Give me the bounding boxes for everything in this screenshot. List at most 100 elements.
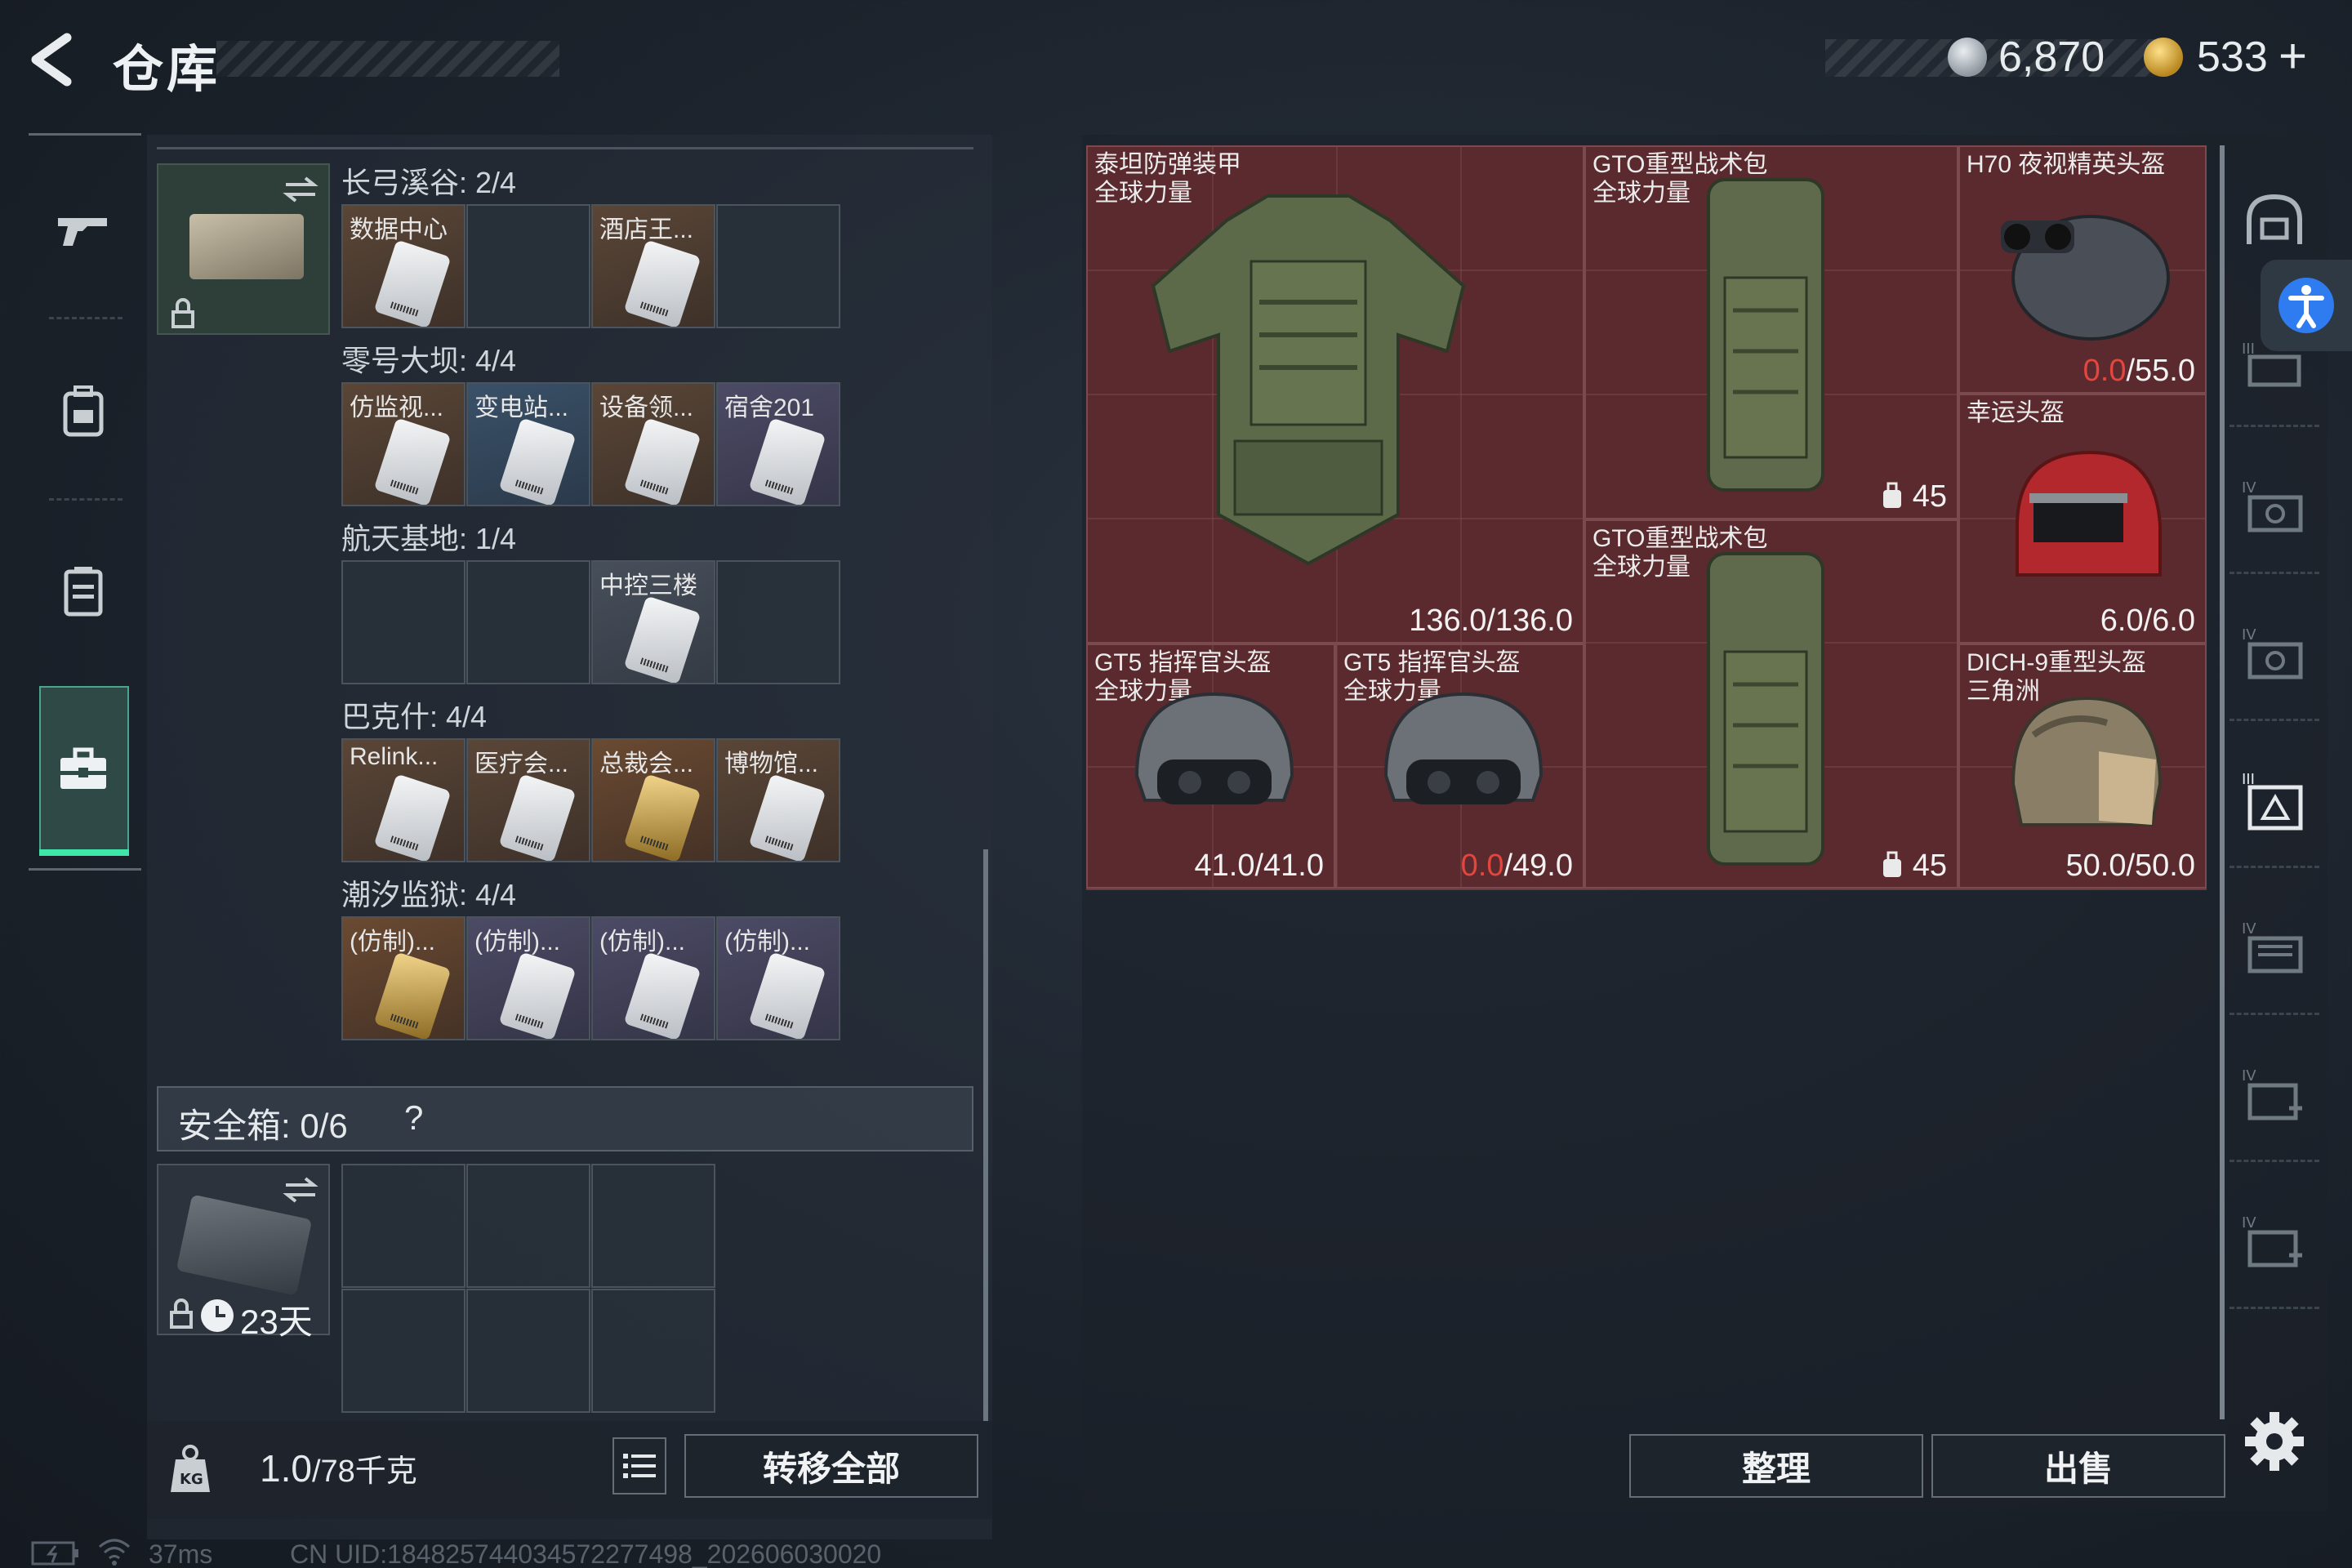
item-name: H70 夜视精英头盔	[1967, 151, 2166, 178]
keycard-slot-empty[interactable]	[341, 560, 466, 684]
item-capacity: 45	[1912, 479, 1947, 514]
weapon-tab-icon[interactable]	[49, 196, 118, 265]
map-row-label: 航天基地: 1/4	[341, 522, 517, 555]
keycard-icon	[748, 951, 826, 1039]
weight-value: 1.0	[260, 1447, 312, 1490]
bag-tab-icon[interactable]: IV	[2238, 617, 2311, 690]
keycard-icon	[748, 773, 826, 861]
weight-max: /78千克	[311, 1454, 417, 1489]
item-lucky-helmet[interactable]: 幸运头盔 6.0/6.0	[1958, 394, 2207, 644]
keycard-holder-image	[189, 214, 304, 279]
backpack-tab-icon[interactable]	[49, 377, 118, 446]
keycard-slot[interactable]: 酒店王...	[591, 204, 715, 328]
helmet-tab-icon[interactable]	[2238, 184, 2311, 257]
svg-text:IV: IV	[2242, 1214, 2256, 1232]
safebox-capacity-label: 安全箱: 0/6	[178, 1107, 348, 1145]
safebox-slot-empty[interactable]	[466, 1164, 590, 1288]
keycard-icon	[623, 239, 702, 327]
safebox-slot-empty[interactable]	[341, 1289, 466, 1413]
item-h70-helmet[interactable]: H70 夜视精英头盔 0.0/55.0	[1958, 145, 2207, 394]
item-titan-armor[interactable]: 泰坦防弹装甲 全球力量 136.0/136.0	[1086, 145, 1584, 644]
night-vision-helmet-image	[2001, 215, 2170, 341]
keycard-slot[interactable]: (仿制)...	[591, 916, 715, 1040]
keycard-slot-empty[interactable]	[466, 560, 590, 684]
item-durability: 0.0/55.0	[2082, 354, 2195, 388]
keycard-slot[interactable]: 仿监视...	[341, 382, 466, 506]
page-title: 仓库	[113, 42, 221, 98]
item-durability: 136.0/136.0	[1409, 604, 1573, 638]
safebox-slot-empty[interactable]	[591, 1164, 715, 1288]
keycard-slot[interactable]: (仿制)...	[341, 916, 466, 1040]
swap-icon[interactable]	[281, 1174, 320, 1206]
safebox-slot-empty[interactable]	[341, 1164, 466, 1288]
keycard-icon	[623, 417, 702, 505]
keycard-icon	[373, 239, 452, 327]
add-currency-button[interactable]: +	[2278, 28, 2307, 84]
back-arrow-icon[interactable]	[24, 31, 82, 88]
keycard-icon	[373, 951, 452, 1039]
side-divider	[2230, 719, 2319, 721]
case-tab-icon[interactable]	[49, 557, 118, 626]
item-gto-backpack[interactable]: GTO重型战术包 全球力量 45	[1584, 145, 1958, 519]
sort-button[interactable]: 整理	[1629, 1434, 1923, 1498]
list-view-button[interactable]	[612, 1437, 666, 1494]
side-divider	[2230, 1160, 2319, 1162]
keycard-slot[interactable]: 医疗会...	[466, 738, 590, 862]
container-tab-icon[interactable]: IV	[2238, 911, 2311, 984]
weight-icon: KG	[171, 1445, 210, 1492]
sell-button[interactable]: 出售	[1931, 1434, 2225, 1498]
safebox-tab-icon[interactable]: III	[2238, 764, 2311, 837]
medkit2-tab-icon[interactable]: IV	[2238, 1205, 2311, 1278]
keycard-holder-thumbnail[interactable]	[157, 163, 330, 335]
keycard-slot[interactable]: 宿舍201	[716, 382, 840, 506]
rig-tab-icon[interactable]: IV	[2238, 470, 2311, 543]
swap-icon[interactable]	[281, 173, 320, 206]
safebox-help-button[interactable]: ?	[404, 1098, 423, 1138]
gold-currency-value: 533	[2197, 33, 2268, 81]
safebox-thumbnail[interactable]: 23天	[157, 1164, 330, 1341]
svg-text:IV: IV	[2242, 479, 2256, 497]
settings-gear-icon[interactable]	[2242, 1409, 2307, 1474]
map-row-label: 零号大坝: 4/4	[341, 344, 517, 377]
keycard-slot[interactable]: 数据中心	[341, 204, 466, 328]
item-dich9-helmet[interactable]: DICH-9重型头盔 三角洲 50.0/50.0	[1958, 644, 2207, 889]
item-durability: 6.0/6.0	[2100, 604, 2195, 638]
armor-tab-icon[interactable]: III	[2238, 327, 2311, 400]
tactical-helmet-image	[1383, 692, 1544, 804]
keycard-slot-empty[interactable]	[716, 204, 840, 328]
side-divider	[2230, 425, 2319, 427]
keycard-slot[interactable]: Relink...	[341, 738, 466, 862]
keycard-slot[interactable]: (仿制)...	[716, 916, 840, 1040]
keycard-slot[interactable]: 中控三楼	[591, 560, 715, 684]
toolbox-tab-icon[interactable]	[49, 735, 118, 804]
safebox-timer: 23天	[240, 1303, 313, 1341]
red-helmet-image	[2016, 450, 2162, 577]
item-capacity: 45	[1912, 849, 1947, 883]
keycard-icon	[373, 773, 452, 861]
silver-currency-value: 6,870	[1998, 33, 2105, 81]
item-gto-backpack[interactable]: GTO重型战术包 全球力量 45	[1584, 519, 1958, 889]
safebox-image	[176, 1194, 313, 1296]
nav-top-line	[29, 133, 141, 136]
svg-text:KG: KG	[180, 1471, 203, 1488]
keycard-slot[interactable]: 设备领...	[591, 382, 715, 506]
item-gt5-helmet[interactable]: GT5 指挥官头盔 全球力量 41.0/41.0	[1086, 644, 1335, 889]
safebox-slot-empty[interactable]	[591, 1289, 715, 1413]
medkit-tab-icon[interactable]: IV	[2238, 1058, 2311, 1131]
safebox-slot-empty[interactable]	[466, 1289, 590, 1413]
keycard-slot[interactable]: 博物馆...	[716, 738, 840, 862]
nav-divider	[49, 317, 122, 319]
item-gt5-helmet[interactable]: GT5 指挥官头盔 全球力量 0.0/49.0	[1335, 644, 1584, 889]
keycard-slot-empty[interactable]	[466, 204, 590, 328]
keycard-slot[interactable]: (仿制)...	[466, 916, 590, 1040]
transfer-all-button[interactable]: 转移全部	[684, 1434, 978, 1498]
right-scrollbar[interactable]	[2220, 145, 2225, 1419]
svg-text:IV: IV	[2242, 1067, 2256, 1085]
keycard-slot-empty[interactable]	[716, 560, 840, 684]
keycard-slot[interactable]: 总裁会...	[591, 738, 715, 862]
keycard-slot[interactable]: 变电站...	[466, 382, 590, 506]
lock-icon	[172, 298, 194, 328]
left-scrollbar[interactable]	[983, 849, 988, 1421]
svg-text:IV: IV	[2242, 626, 2256, 644]
svg-text:IV: IV	[2242, 920, 2256, 938]
